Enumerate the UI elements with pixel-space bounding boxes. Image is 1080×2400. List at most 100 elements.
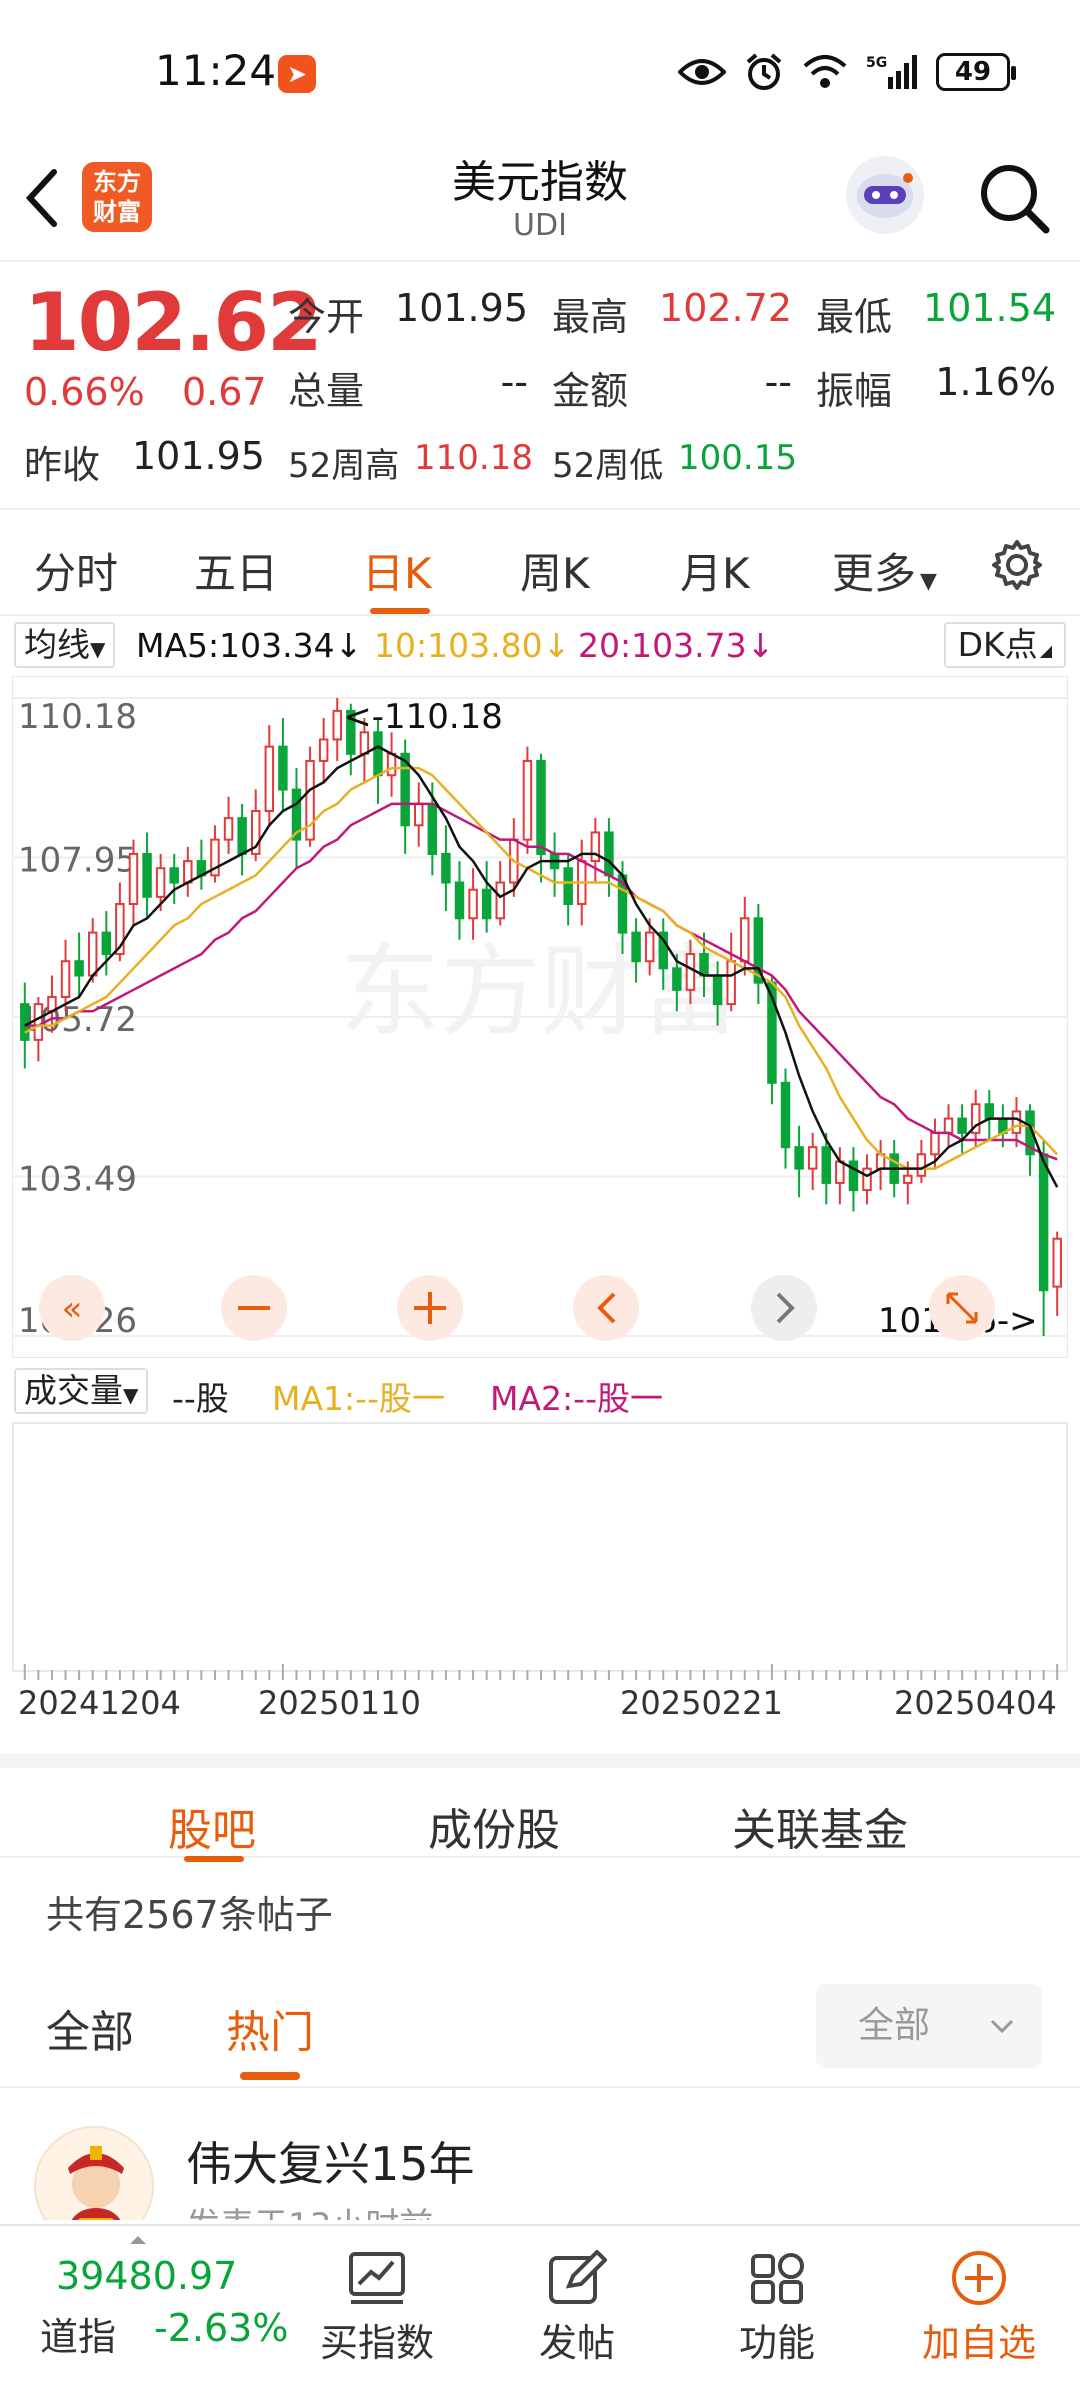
candle-up: [522, 759, 533, 841]
tab-constituents[interactable]: 成份股: [428, 1794, 560, 1858]
candle-down: [672, 967, 682, 991]
assistant-robot-icon[interactable]: [846, 156, 924, 234]
tab-intraday[interactable]: 分时: [34, 540, 118, 601]
zoom-out-button[interactable]: [221, 1275, 287, 1341]
post-filter-dropdown-label: 全部: [858, 2005, 931, 2046]
candle-down: [1038, 1153, 1049, 1292]
post-button[interactable]: 发帖: [492, 2236, 662, 2386]
scroll-right-button[interactable]: [751, 1275, 817, 1341]
add-watchlist-button[interactable]: 加自选: [894, 2236, 1064, 2386]
search-button[interactable]: [976, 160, 1052, 236]
ma-selector-label: 均线: [24, 625, 90, 664]
candle-up: [862, 1167, 872, 1192]
x-axis-label: 20250221: [620, 1684, 783, 1722]
tab-five-day[interactable]: 五日: [194, 540, 278, 601]
candle-down: [101, 931, 112, 956]
chart-period-tabs: 分时 五日 日K 周K 月K 更多 ▼: [0, 512, 1080, 616]
candlestick-chart[interactable]: 东方财富 110.18107.95105.72103.49101.26 <-11…: [12, 676, 1068, 1358]
jump-start-button[interactable]: «: [39, 1275, 105, 1341]
chart-watermark: 东方财富: [340, 933, 740, 1050]
post-item[interactable]: 伟大复兴15年 发表于13小时前: [0, 2090, 1080, 2220]
volume-indicator-selector[interactable]: 成交量▼: [14, 1368, 149, 1414]
tab-guba[interactable]: 股吧: [168, 1794, 256, 1858]
filter-hot[interactable]: 热门: [226, 1996, 314, 2060]
chevron-down-icon: [990, 2019, 1014, 2034]
avatar[interactable]: [34, 2126, 154, 2220]
tab-more[interactable]: 更多 ▼: [832, 540, 937, 601]
candle-up: [930, 1131, 940, 1156]
change-value: 0.67: [182, 370, 267, 414]
ma5-value: MA5:103.34↓: [136, 626, 363, 665]
candle-down: [984, 1103, 995, 1120]
minus-icon: [238, 1306, 270, 1310]
prev-close-value: 101.95: [132, 434, 265, 478]
high-label: 最高: [552, 295, 629, 339]
week52-high-value: 110.18: [414, 438, 533, 478]
fullscreen-button[interactable]: [929, 1275, 995, 1341]
candle-down: [957, 1117, 967, 1134]
open-label: 今开: [288, 295, 365, 339]
status-bar: 11:24 ➤ 5G 49: [0, 0, 1080, 140]
zoom-in-button[interactable]: [397, 1275, 463, 1341]
search-icon: [981, 165, 1050, 234]
candle-down: [631, 931, 641, 963]
week52-low-value: 100.15: [678, 438, 797, 478]
ma-selector[interactable]: 均线▼: [14, 622, 116, 668]
caret-up-icon: [130, 2236, 146, 2244]
tab-daily-k[interactable]: 日K: [362, 540, 432, 601]
candle-up: [183, 860, 193, 884]
post-author[interactable]: 伟大复兴15年: [186, 2128, 475, 2194]
tab-related-funds[interactable]: 关联基金: [732, 1794, 908, 1858]
tab-weekly-k[interactable]: 周K: [520, 540, 590, 601]
candle-down: [821, 1146, 832, 1184]
caret-down-icon: ▼: [123, 1383, 139, 1407]
section-tabs: 股吧 成份股 关联基金: [0, 1754, 1080, 1862]
candle-up: [685, 953, 696, 991]
candle-down: [454, 881, 465, 920]
buy-index-button[interactable]: 买指数: [292, 2236, 462, 2386]
tab-more-label: 更多: [832, 549, 917, 598]
scroll-left-button[interactable]: [573, 1275, 639, 1341]
post-label: 发帖: [538, 2321, 615, 2365]
candle-down: [712, 974, 723, 1006]
dk-point-button[interactable]: DK点 ◢: [943, 622, 1066, 668]
edit-icon: [549, 2250, 607, 2304]
candle-up: [33, 1003, 44, 1041]
amplitude-label: 振幅: [816, 369, 893, 413]
candle-up: [223, 817, 234, 841]
candle-up: [726, 960, 736, 1006]
candle-up: [318, 738, 329, 762]
volume-chart-panel[interactable]: [12, 1422, 1068, 1672]
open-value: 101.95: [395, 286, 528, 330]
svg-text:5G: 5G: [866, 55, 887, 71]
filter-tab-indicator: [240, 2072, 300, 2080]
high-value: 102.72: [659, 286, 792, 330]
ma20-value: 20:103.73↓: [578, 626, 775, 665]
candle-down: [780, 1081, 791, 1149]
ma10-value: 10:103.80↓: [374, 626, 571, 665]
candle-up: [916, 1153, 927, 1177]
week52-high-label: 52周高: [288, 446, 400, 486]
filter-all[interactable]: 全部: [46, 1996, 134, 2060]
ticker-change: -2.63%: [154, 2306, 289, 2350]
tab-active-indicator: [370, 608, 430, 614]
candle-down: [20, 1003, 30, 1041]
post-time: 发表于13小时前: [186, 2198, 433, 2220]
candle-down: [848, 1160, 859, 1192]
functions-button[interactable]: 功能: [692, 2236, 862, 2386]
eye-icon: [678, 59, 726, 85]
low-label: 最低: [816, 295, 893, 339]
volume-ma2: MA2:--股一: [490, 1379, 663, 1418]
post-filter-dropdown[interactable]: 全部: [816, 1984, 1042, 2068]
ma-legend: 均线▼ MA5:103.34↓ 10:103.80↓ 20:103.73↓ DK…: [0, 620, 1080, 672]
candle-up: [644, 931, 655, 963]
quote-panel: 102.62 0.66% 0.67 今开 101.95 最高 102.72 最低…: [0, 262, 1080, 510]
candle-up: [807, 1146, 818, 1170]
tab-monthly-k[interactable]: 月K: [680, 540, 750, 601]
candle-down: [536, 759, 546, 855]
x-axis-dates: 20241204 20250110 20250221 20250404: [0, 1680, 1080, 1730]
settings-gear-icon[interactable]: [990, 538, 1044, 592]
signal-icon: 5G: [866, 55, 917, 89]
candle-up: [495, 881, 505, 920]
candle-up: [468, 888, 478, 920]
